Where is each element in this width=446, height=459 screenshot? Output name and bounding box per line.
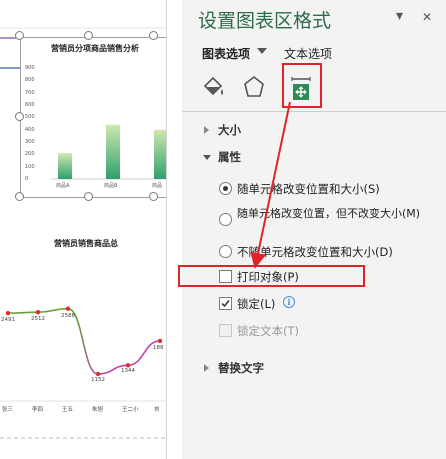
x-category-label: 刘 [154, 407, 160, 413]
data-label: 188 [153, 344, 164, 351]
data-label: 1152 [91, 377, 105, 383]
line-chart-plot[interactable] [0, 290, 166, 410]
pane-title: 设置图表区格式 [198, 10, 332, 32]
y-tick-label: 100 [25, 163, 35, 170]
data-label: 1344 [121, 368, 135, 375]
data-label: 2512 [31, 316, 45, 323]
bar-chart-plot [51, 124, 166, 180]
y-tick-label: 0 [25, 176, 29, 182]
section-alt-text[interactable]: 替换文字 [218, 360, 264, 376]
bar-chart-selected[interactable]: 营销员分项商品销售分析 900 800 700 600 500 400 300 200 100 0… [20, 37, 166, 198]
bar-2[interactable] [154, 129, 166, 179]
bar-1[interactable] [106, 124, 120, 179]
radio-dont-move-label[interactable]: 不随单元格改变位置和大小(D) [237, 244, 393, 260]
data-point[interactable] [35, 309, 41, 315]
checkbox-locked[interactable] [219, 297, 232, 310]
radio-move-and-size[interactable] [219, 182, 232, 195]
resize-handle-br[interactable] [149, 192, 158, 201]
collapse-caret-icon[interactable] [203, 155, 211, 160]
x-category-label: 王二小 [122, 407, 139, 413]
data-point[interactable] [95, 371, 101, 377]
y-tick-label: 900 [25, 65, 35, 71]
resize-handle-tm[interactable] [84, 31, 93, 40]
resize-handle-bl[interactable] [15, 192, 24, 201]
data-point[interactable] [157, 338, 163, 344]
x-tick-label: 商品 [152, 183, 163, 189]
y-tick-label: 300 [25, 139, 35, 145]
effects-icon[interactable] [241, 74, 267, 100]
radio-dont-move[interactable] [219, 245, 232, 258]
checkmark-icon [221, 300, 230, 308]
checkbox-locked-label[interactable]: 锁定(L) [237, 296, 275, 312]
data-point[interactable] [5, 310, 11, 316]
x-category-label: 王五 [62, 407, 74, 413]
radio-move-no-size-label[interactable]: 随单元格改变位置，但不改变大小(M) [237, 208, 425, 230]
tab-chart-options[interactable]: 图表选项 [202, 45, 250, 62]
x-category-label: 张三 [2, 407, 14, 413]
chevron-down-icon[interactable] [257, 48, 267, 54]
data-label: 2491 [1, 317, 15, 324]
size-tab-highlight-box [282, 63, 322, 108]
x-tick-label: 商品A [56, 183, 70, 189]
section-size[interactable]: 大小 [218, 122, 241, 138]
expand-caret-icon[interactable] [204, 364, 209, 372]
print-object-highlight-box [178, 265, 365, 287]
tab-separator [182, 111, 446, 112]
y-tick-label: 700 [25, 89, 35, 96]
y-tick-label: 400 [25, 126, 35, 133]
data-point[interactable] [65, 306, 71, 311]
pane-options-chevron[interactable]: ▾ [396, 8, 403, 24]
resize-handle-ml[interactable] [15, 112, 24, 121]
line-chart-title: 营销员销售商品总 [54, 239, 118, 248]
x-category-label: 李四 [32, 407, 44, 413]
data-point[interactable] [125, 363, 131, 368]
radio-move-no-size[interactable] [219, 213, 232, 226]
y-tick-label: 200 [25, 151, 35, 158]
expand-caret-icon[interactable] [204, 126, 209, 134]
bar-0[interactable] [58, 153, 72, 179]
tab-text-options[interactable]: 文本选项 [284, 45, 332, 62]
pane-splitter[interactable] [166, 0, 182, 459]
data-label: 2588 [61, 312, 75, 319]
pane-close-button[interactable]: ✕ [422, 10, 432, 24]
x-category-label: 朱旭 [92, 407, 104, 413]
format-chart-area-pane: 设置图表区格式 ▾ ✕ 图表选项 文本选项 大小 属性 随单元格改变位置和大小(… [178, 0, 446, 459]
resize-handle-bm[interactable] [84, 192, 93, 201]
checkbox-lock-text-label: 锁定文本(T) [237, 324, 299, 338]
checkbox-lock-text [219, 324, 232, 337]
resize-handle-tl[interactable] [15, 31, 24, 40]
y-tick-label: 500 [25, 114, 35, 121]
info-icon[interactable]: i [283, 296, 295, 308]
resize-handle-tr[interactable] [149, 31, 158, 40]
x-tick-label: 商品B [104, 183, 118, 189]
section-properties[interactable]: 属性 [218, 149, 241, 165]
worksheet-area[interactable]: 营销员分项商品销售分析 900 800 700 600 500 400 300 200 100 0… [0, 0, 166, 459]
fill-line-icon[interactable] [200, 74, 226, 100]
y-tick-label: 800 [25, 77, 35, 84]
radio-move-and-size-label[interactable]: 随单元格改变位置和大小(S) [237, 181, 380, 197]
excel-window: 营销员分项商品销售分析 900 800 700 600 500 400 300 200 100 0… [0, 0, 446, 459]
y-tick-label: 600 [25, 102, 35, 108]
